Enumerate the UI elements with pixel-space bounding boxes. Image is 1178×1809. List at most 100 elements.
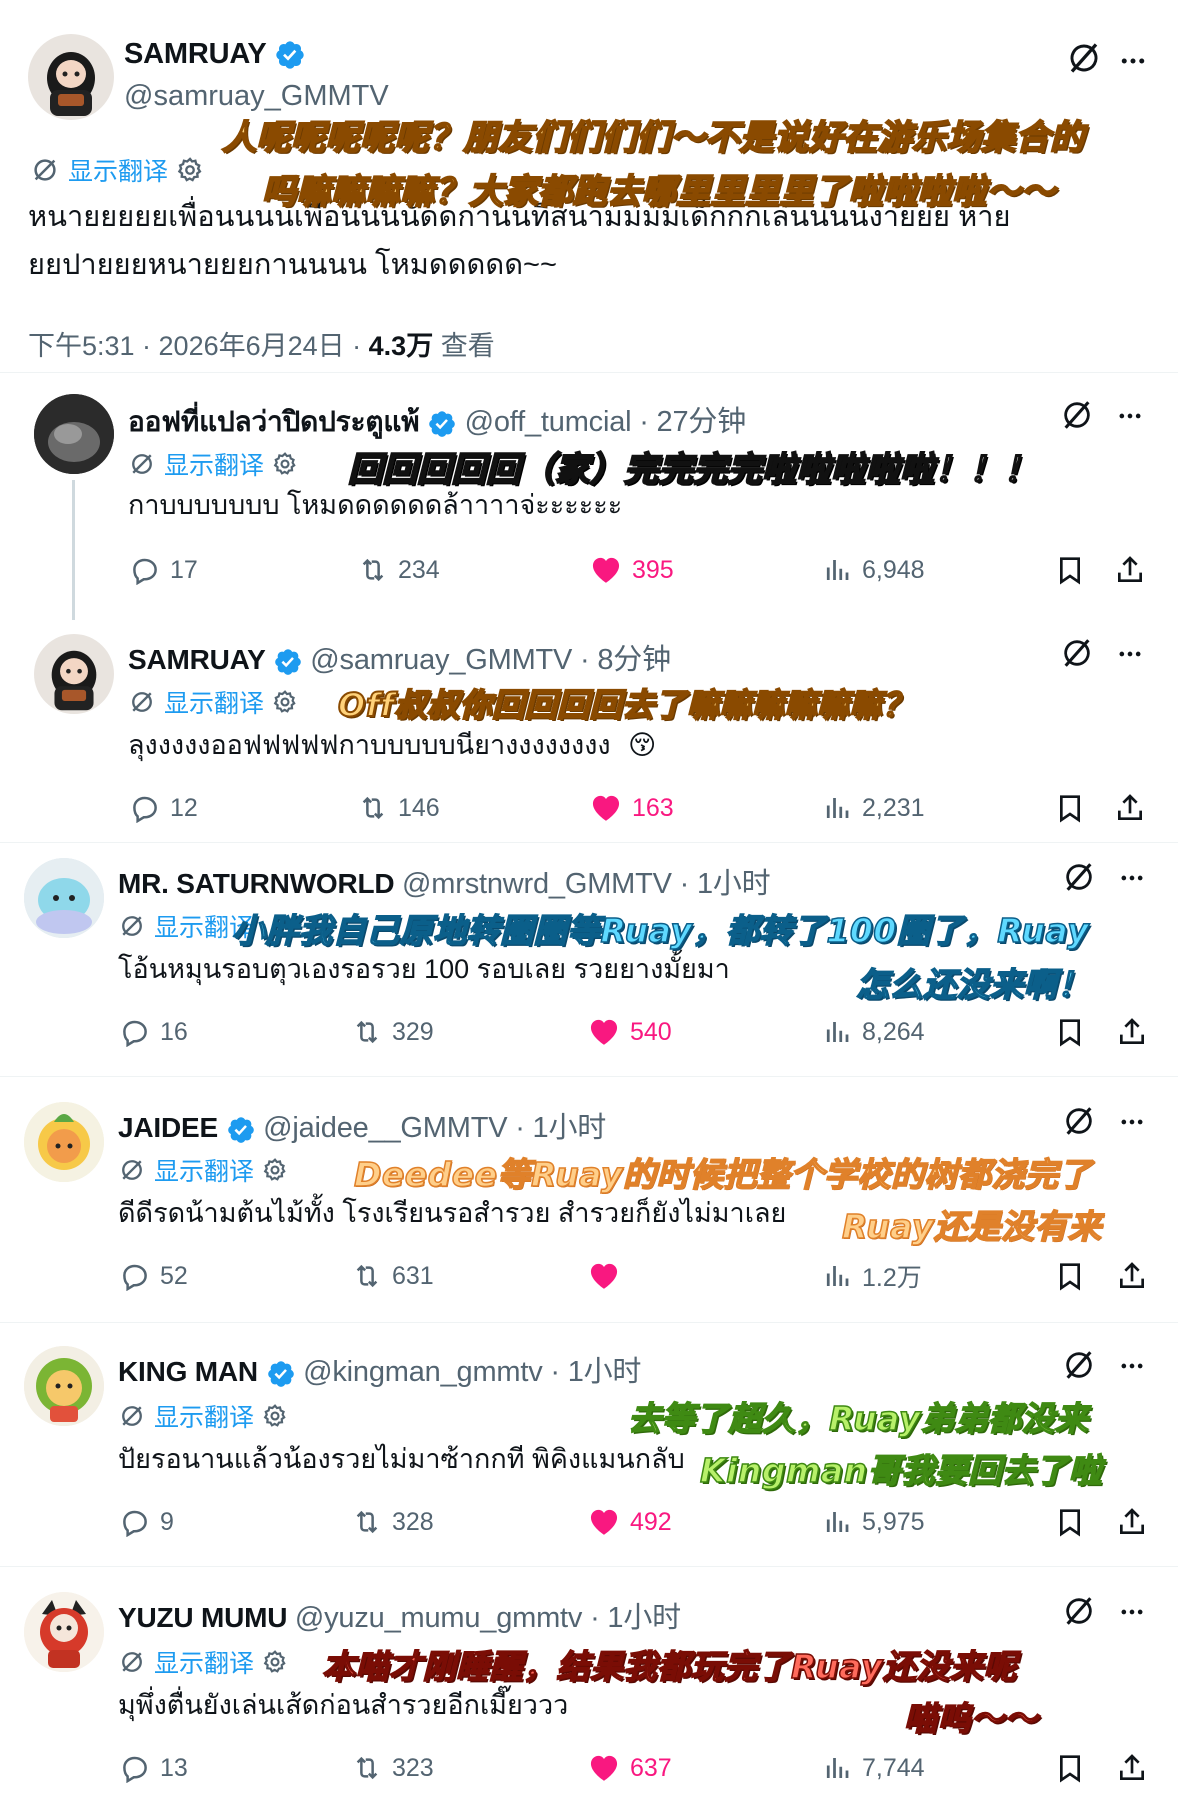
grok-icon[interactable] bbox=[1060, 636, 1094, 670]
more-options-icon[interactable] bbox=[1116, 640, 1144, 668]
reply-button[interactable]: 16 bbox=[120, 1012, 188, 1052]
avatar[interactable] bbox=[24, 1102, 104, 1182]
bookmark-icon[interactable] bbox=[1054, 1260, 1086, 1292]
subtitle-overlay-line-1: 人呢呢呢呢呢？朋友们们们们～不是说好在游乐场集合的 bbox=[221, 117, 1085, 159]
author-name[interactable]: SAMRUAY bbox=[124, 38, 306, 71]
show-translation-link[interactable]: 显示翻译 bbox=[128, 446, 298, 482]
subtitle-overlay-line-2: Kingman哥我要回去了啦 bbox=[699, 1450, 1103, 1491]
grok-icon[interactable] bbox=[1062, 1104, 1096, 1138]
author-handle[interactable]: @mrstnwrd_GMMTV · 1小时 bbox=[402, 868, 771, 900]
author-handle[interactable]: @yuzu_mumu_gmmtv · 1小时 bbox=[295, 1602, 681, 1634]
show-translation-link[interactable]: 显示翻译 bbox=[30, 152, 204, 188]
views-button[interactable]: 7,744 bbox=[822, 1748, 925, 1788]
author-name[interactable]: ออฟที่แปลว่าปิดประตูแพ้ @off_tumcial · 2… bbox=[128, 398, 746, 444]
author-name[interactable]: MR. SATURNWORLD @mrstnwrd_GMMTV · 1小时 bbox=[118, 860, 771, 902]
author-handle[interactable]: @samruay_GMMTV bbox=[124, 80, 389, 113]
more-options-icon[interactable] bbox=[1118, 1352, 1146, 1380]
views-button[interactable]: 1.2万 bbox=[822, 1256, 922, 1296]
like-button[interactable]: 492 bbox=[588, 1502, 672, 1542]
author-handle[interactable]: @off_tumcial · 27分钟 bbox=[465, 406, 747, 438]
share-icon[interactable] bbox=[1116, 1506, 1148, 1538]
share-icon[interactable] bbox=[1116, 1260, 1148, 1292]
reply-button[interactable]: 17 bbox=[130, 550, 198, 590]
reply-button[interactable]: 12 bbox=[130, 788, 198, 828]
translate-icon bbox=[118, 1402, 146, 1430]
share-icon[interactable] bbox=[1116, 1016, 1148, 1048]
more-options-icon[interactable] bbox=[1118, 1598, 1146, 1626]
retweet-button[interactable]: 146 bbox=[358, 788, 440, 828]
reply-count: 52 bbox=[160, 1261, 188, 1290]
view-label: 查看 bbox=[433, 331, 495, 361]
action-bar: 52 631 1.2万 bbox=[0, 1256, 1178, 1296]
views-button[interactable]: 5,975 bbox=[822, 1502, 925, 1542]
avatar[interactable] bbox=[24, 858, 104, 938]
grok-icon[interactable] bbox=[1062, 860, 1096, 894]
avatar[interactable] bbox=[24, 1346, 104, 1426]
subtitle-overlay-line-2: 吗嘛嘛嘛嘛？大家都跑去哪里里里里了啦啦啦啦～～ bbox=[261, 171, 1056, 213]
reply-button[interactable]: 9 bbox=[120, 1502, 174, 1542]
reply-text: ดีดีรดน้ามต้นไม้ทั้ง โรงเรียนรอสำรวย สำร… bbox=[118, 1198, 787, 1228]
grok-icon[interactable] bbox=[1060, 398, 1094, 432]
author-handle[interactable]: @samruay_GMMTV · 8分钟 bbox=[310, 644, 671, 676]
translate-icon bbox=[128, 450, 156, 478]
translate-label: 显示翻译 bbox=[68, 158, 169, 186]
grok-icon[interactable] bbox=[1062, 1594, 1096, 1628]
like-button[interactable]: 163 bbox=[590, 788, 674, 828]
show-translation-link[interactable]: 显示翻译 bbox=[118, 1398, 288, 1434]
retweet-button[interactable]: 323 bbox=[352, 1748, 434, 1788]
bookmark-icon[interactable] bbox=[1054, 792, 1086, 824]
reply-button[interactable]: 13 bbox=[120, 1748, 188, 1788]
like-button[interactable]: 395 bbox=[590, 550, 674, 590]
retweet-button[interactable]: 631 bbox=[352, 1256, 434, 1296]
avatar[interactable] bbox=[24, 1592, 104, 1672]
avatar[interactable] bbox=[28, 34, 114, 120]
reply-button[interactable]: 52 bbox=[120, 1256, 188, 1296]
retweet-button[interactable]: 329 bbox=[352, 1012, 434, 1052]
gear-icon[interactable] bbox=[272, 689, 298, 715]
view-count: 1.2万 bbox=[862, 1264, 922, 1292]
heart-icon bbox=[590, 554, 622, 586]
more-options-icon[interactable] bbox=[1118, 864, 1146, 892]
author-name[interactable]: YUZU MUMU @yuzu_mumu_gmmtv · 1小时 bbox=[118, 1594, 681, 1636]
bookmark-icon[interactable] bbox=[1054, 554, 1086, 586]
share-icon[interactable] bbox=[1116, 1752, 1148, 1784]
bookmark-icon[interactable] bbox=[1054, 1016, 1086, 1048]
views-icon bbox=[822, 1753, 852, 1783]
grok-icon[interactable] bbox=[1062, 1348, 1096, 1382]
timestamp[interactable]: 下午5:31 · 2026年6月24日 · bbox=[28, 331, 369, 361]
retweet-button[interactable]: 234 bbox=[358, 550, 440, 590]
share-icon[interactable] bbox=[1114, 792, 1146, 824]
more-options-icon[interactable] bbox=[1116, 402, 1144, 430]
views-button[interactable]: 8,264 bbox=[822, 1012, 925, 1052]
like-count: 540 bbox=[630, 1017, 672, 1046]
author-handle[interactable]: @kingman_gmmtv · 1小时 bbox=[303, 1356, 641, 1388]
like-button[interactable]: 637 bbox=[588, 1748, 672, 1788]
author-name[interactable]: JAIDEE @jaidee__GMMTV · 1小时 bbox=[118, 1104, 606, 1146]
gear-icon[interactable] bbox=[262, 1403, 288, 1429]
more-options-icon[interactable] bbox=[1118, 1108, 1146, 1136]
show-translation-link[interactable]: 显示翻译 bbox=[118, 1152, 288, 1188]
more-options-icon[interactable] bbox=[1118, 46, 1148, 76]
action-bar: 9 328 492 5,975 bbox=[0, 1502, 1178, 1542]
views-button[interactable]: 2,231 bbox=[822, 788, 925, 828]
bookmark-icon[interactable] bbox=[1054, 1506, 1086, 1538]
bookmark-icon[interactable] bbox=[1054, 1752, 1086, 1784]
like-button[interactable] bbox=[588, 1256, 630, 1296]
avatar[interactable] bbox=[34, 634, 114, 714]
like-count: 492 bbox=[630, 1507, 672, 1536]
show-translation-link[interactable]: 显示翻译 bbox=[118, 1644, 288, 1680]
author-name[interactable]: SAMRUAY @samruay_GMMTV · 8分钟 bbox=[128, 636, 671, 678]
grok-icon[interactable] bbox=[1066, 40, 1102, 76]
avatar[interactable] bbox=[34, 394, 114, 474]
gear-icon[interactable] bbox=[176, 156, 204, 184]
show-translation-link[interactable]: 显示翻译 bbox=[128, 684, 298, 720]
author-name[interactable]: KING MAN @kingman_gmmtv · 1小时 bbox=[118, 1348, 641, 1390]
like-button[interactable]: 540 bbox=[588, 1012, 672, 1052]
views-button[interactable]: 6,948 bbox=[822, 550, 925, 590]
retweet-button[interactable]: 328 bbox=[352, 1502, 434, 1542]
share-icon[interactable] bbox=[1114, 554, 1146, 586]
gear-icon[interactable] bbox=[262, 1157, 288, 1183]
gear-icon[interactable] bbox=[272, 451, 298, 477]
gear-icon[interactable] bbox=[262, 1649, 288, 1675]
author-handle[interactable]: @jaidee__GMMTV · 1小时 bbox=[263, 1112, 606, 1144]
